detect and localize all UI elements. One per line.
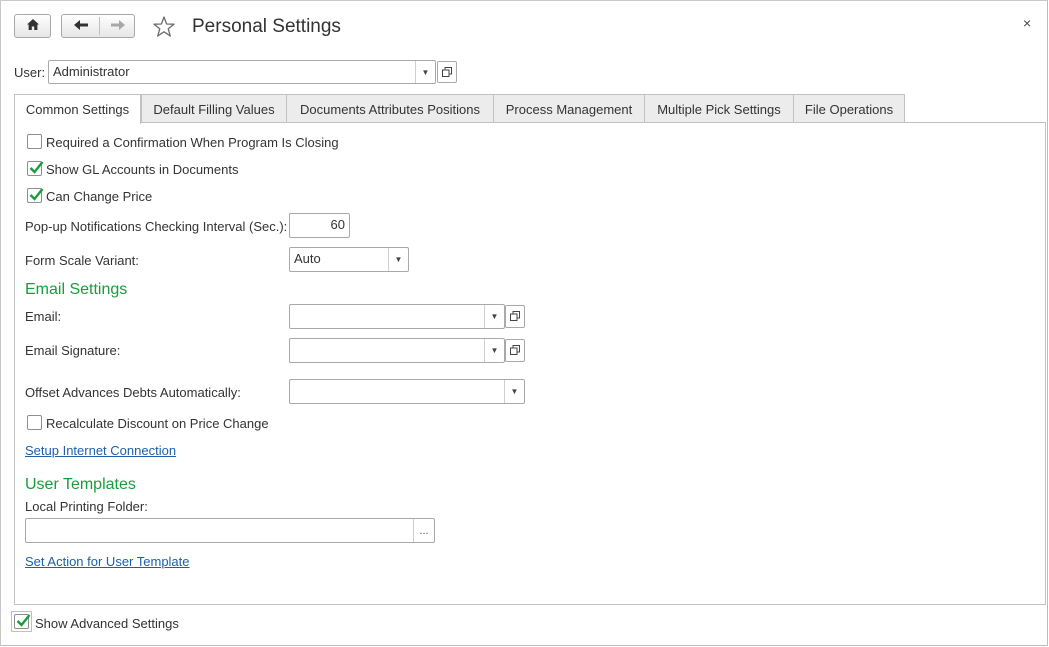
recalculate-discount-label: Recalculate Discount on Price Change <box>46 416 269 431</box>
star-icon[interactable] <box>152 15 176 42</box>
open-window-icon <box>442 65 452 80</box>
can-change-price-label: Can Change Price <box>46 189 153 204</box>
home-button[interactable] <box>14 14 51 38</box>
arrow-right-icon <box>110 19 126 34</box>
offset-advances-select[interactable]: ▼ <box>289 379 525 404</box>
open-window-icon <box>510 343 520 358</box>
user-value: Administrator <box>53 64 130 79</box>
form-scale-label: Form Scale Variant: <box>25 253 139 268</box>
open-window-icon <box>510 309 520 324</box>
email-signature-label: Email Signature: <box>25 343 121 358</box>
offset-advances-label: Offset Advances Debts Automatically: <box>25 385 241 400</box>
form-scale-value: Auto <box>294 251 321 266</box>
tab-multiple-pick-settings[interactable]: Multiple Pick Settings <box>644 94 794 123</box>
navigation-buttons <box>61 14 135 38</box>
checkmark-icon <box>16 614 31 627</box>
chevron-down-icon[interactable]: ▼ <box>415 61 435 83</box>
show-gl-accounts-checkbox[interactable] <box>27 161 44 176</box>
popup-interval-input[interactable]: 60 <box>289 213 350 238</box>
popup-interval-value: 60 <box>330 217 345 232</box>
recalculate-discount-checkbox[interactable] <box>27 415 42 430</box>
tab-default-filling-values[interactable]: Default Filling Values <box>141 94 287 123</box>
email-select[interactable]: ▼ <box>289 304 505 329</box>
tab-process-management[interactable]: Process Management <box>493 94 645 123</box>
show-advanced-settings-checkbox[interactable] <box>14 614 31 629</box>
forward-button[interactable] <box>100 15 135 37</box>
confirm-on-close-checkbox[interactable] <box>27 134 42 149</box>
email-settings-heading: Email Settings <box>25 281 128 298</box>
open-email-button[interactable] <box>505 305 525 328</box>
chevron-down-icon[interactable]: ▼ <box>484 305 504 328</box>
set-action-user-template-link[interactable]: Set Action for User Template <box>25 554 190 569</box>
tab-common-settings[interactable]: Common Settings <box>14 94 141 124</box>
popup-interval-label: Pop-up Notifications Checking Interval (… <box>25 219 288 234</box>
common-settings-panel: Required a Confirmation When Program Is … <box>14 122 1046 605</box>
chevron-down-icon[interactable]: ▼ <box>504 380 524 403</box>
tab-file-operations[interactable]: File Operations <box>793 94 905 123</box>
tab-documents-attributes-positions[interactable]: Documents Attributes Positions <box>286 94 494 123</box>
email-label: Email: <box>25 309 62 324</box>
form-scale-select[interactable]: Auto ▼ <box>289 247 409 272</box>
user-templates-heading: User Templates <box>25 476 136 493</box>
confirm-on-close-label: Required a Confirmation When Program Is … <box>46 135 339 150</box>
open-signature-button[interactable] <box>505 339 525 362</box>
chevron-down-icon[interactable]: ▼ <box>484 339 504 362</box>
setup-internet-connection-link[interactable]: Setup Internet Connection <box>25 443 176 458</box>
settings-window: Personal Settings × User: Administrator … <box>0 0 1048 646</box>
can-change-price-checkbox[interactable] <box>27 188 44 203</box>
user-select[interactable]: Administrator ▼ <box>48 60 436 84</box>
browse-button[interactable]: ... <box>413 519 434 542</box>
local-printing-folder-input[interactable]: ... <box>25 518 435 543</box>
user-label: User: <box>14 65 46 80</box>
close-icon[interactable]: × <box>1023 15 1031 31</box>
local-printing-folder-label: Local Printing Folder: <box>25 499 148 514</box>
show-advanced-settings-label: Show Advanced Settings <box>35 616 179 631</box>
arrow-left-icon <box>73 19 89 34</box>
chevron-down-icon[interactable]: ▼ <box>388 248 408 271</box>
checkmark-icon <box>29 161 44 174</box>
checkmark-icon <box>29 188 44 201</box>
email-signature-select[interactable]: ▼ <box>289 338 505 363</box>
show-gl-accounts-label: Show GL Accounts in Documents <box>46 162 239 177</box>
home-icon <box>26 18 40 34</box>
page-title: Personal Settings <box>192 16 341 37</box>
open-user-button[interactable] <box>437 61 457 83</box>
back-button[interactable] <box>62 15 99 37</box>
